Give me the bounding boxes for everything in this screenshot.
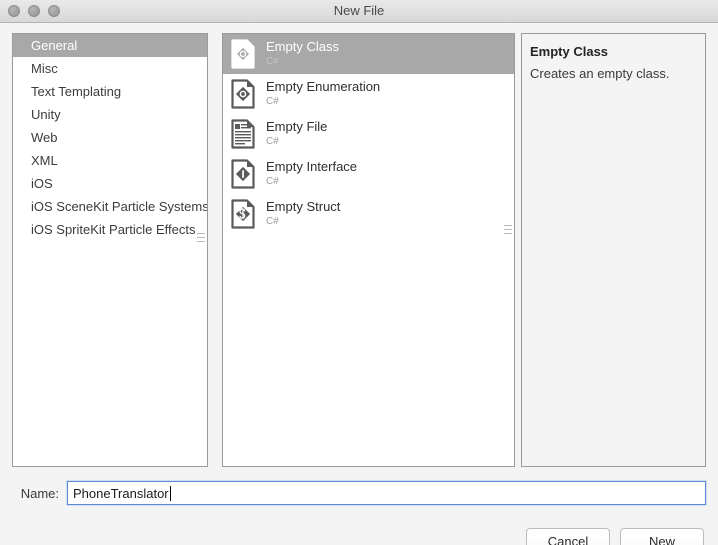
template-name: Empty Enumeration [266,79,381,95]
text-file-icon [230,119,256,149]
name-label: Name: [20,485,59,501]
category-label: Unity [31,107,61,122]
template-name: Empty Struct [266,199,341,215]
template-text: Empty Interface C# [266,159,358,188]
class-file-icon [230,39,256,69]
template-name: Empty Class [266,39,339,55]
template-list[interactable]: Empty Class C# Empty Enumeration C# Empt… [222,33,515,467]
sidebar-item-xml[interactable]: XML [13,149,207,172]
category-label: General [31,38,78,53]
template-item-empty-enumeration[interactable]: Empty Enumeration C# [223,74,514,114]
dialog-body: General Misc Text Templating Unity Web X… [0,23,718,545]
template-language: C# [266,216,279,228]
category-label: Misc [31,61,58,76]
template-item-empty-interface[interactable]: Empty Interface C# [223,154,514,194]
template-language: C# [266,176,279,188]
name-row: Name: PhoneTranslator [12,481,706,505]
interface-file-icon [230,159,256,189]
new-file-dialog: New File General Misc Text Templating Un… [0,0,718,545]
window-title: New File [333,3,385,18]
template-language: C# [266,56,279,68]
template-item-empty-struct[interactable]: Empty Struct C# [223,194,514,234]
category-list[interactable]: General Misc Text Templating Unity Web X… [12,33,208,467]
category-label: iOS SceneKit Particle Systems [31,199,208,214]
template-item-empty-class[interactable]: Empty Class C# [223,34,514,74]
description-body: Creates an empty class. [530,66,670,81]
sidebar-item-misc[interactable]: Misc [13,57,207,80]
dialog-button-bar: Cancel New [526,528,704,545]
sidebar-item-ios-spritekit-particle-effects[interactable]: iOS SpriteKit Particle Effects [13,218,207,241]
template-name: Empty File [266,119,328,135]
name-input-value: PhoneTranslator [73,485,169,501]
sidebar-item-general[interactable]: General [13,34,207,57]
new-button[interactable]: New [620,528,704,545]
template-text: Empty Struct C# [266,199,341,228]
category-list-scrollbar[interactable] [197,230,205,244]
sidebar-item-ios[interactable]: iOS [13,172,207,195]
cancel-button[interactable]: Cancel [526,528,610,545]
sidebar-item-unity[interactable]: Unity [13,103,207,126]
sidebar-item-web[interactable]: Web [13,126,207,149]
category-label: iOS SpriteKit Particle Effects [31,222,196,237]
description-title: Empty Class [530,44,609,59]
description-panel: Empty Class Creates an empty class. [521,33,706,467]
panels-container: General Misc Text Templating Unity Web X… [12,33,706,467]
template-text: Empty Class C# [266,39,339,68]
template-language: C# [266,96,279,108]
category-label: Web [31,130,58,145]
window-titlebar: New File [0,0,718,23]
enum-file-icon [230,79,256,109]
struct-file-icon [230,199,256,229]
template-name: Empty Interface [266,159,358,175]
name-input[interactable]: PhoneTranslator [67,481,706,505]
template-text: Empty Enumeration C# [266,79,381,108]
template-item-empty-file[interactable]: Empty File C# [223,114,514,154]
category-label: Text Templating [31,84,122,99]
category-label: iOS [31,176,53,191]
sidebar-item-text-templating[interactable]: Text Templating [13,80,207,103]
template-language: C# [266,136,279,148]
template-text: Empty File C# [266,119,328,148]
category-label: XML [31,153,58,168]
text-caret [169,485,171,501]
sidebar-item-ios-scenekit-particle-systems[interactable]: iOS SceneKit Particle Systems [13,195,207,218]
template-list-scrollbar[interactable] [504,222,512,236]
